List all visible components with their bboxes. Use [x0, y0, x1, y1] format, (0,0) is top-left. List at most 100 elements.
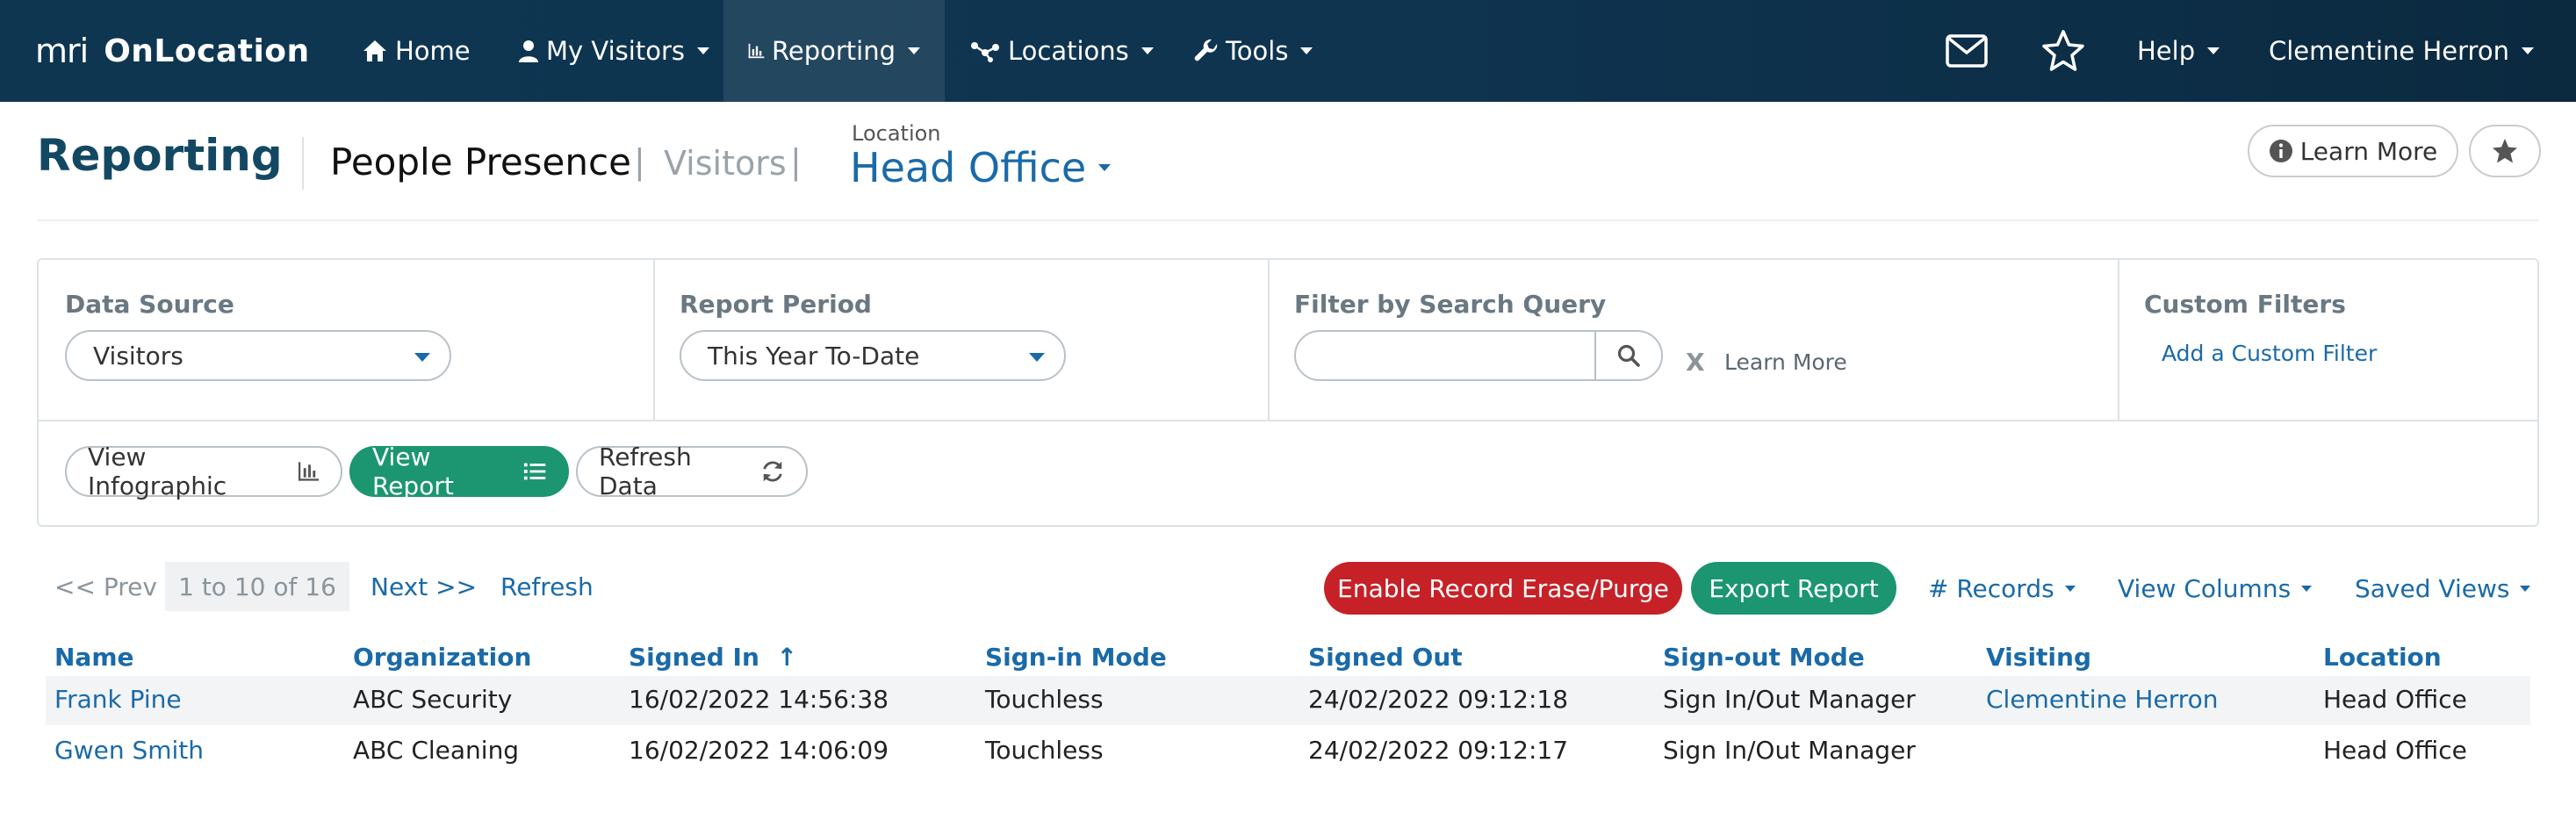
nav-my-visitors[interactable]: My Visitors	[518, 0, 709, 102]
nav-tools-label: Tools	[1226, 36, 1289, 66]
brand-name: OnLocation	[104, 32, 310, 69]
report-period-value: This Year To-Date	[708, 341, 920, 370]
column-header-signed-in[interactable]: Signed In ↑	[629, 643, 797, 672]
nav-reporting-label: Reporting	[772, 36, 896, 66]
row-name-link[interactable]: Frank Pine	[54, 685, 182, 714]
search-input[interactable]	[1296, 332, 1596, 379]
column-header-name[interactable]: Name	[54, 643, 134, 672]
view-report-label: View Report	[372, 442, 454, 500]
bookmark-page-button[interactable]	[2469, 125, 2541, 177]
records-label: # Records	[1928, 574, 2054, 603]
bar-chart-icon	[748, 43, 765, 59]
row-signed-out: 24/02/2022 09:12:18	[1308, 685, 1569, 714]
filter-divider	[653, 260, 655, 420]
records-dropdown[interactable]: # Records	[1928, 574, 2076, 603]
page-title: Reporting	[37, 130, 283, 181]
row-signed-out: 24/02/2022 09:12:17	[1308, 736, 1569, 765]
column-header-organization[interactable]: Organization	[353, 643, 531, 672]
home-icon	[363, 40, 386, 61]
search-icon	[1617, 344, 1640, 367]
chevron-down-icon	[1098, 164, 1112, 171]
tab-people-presence[interactable]: People Presence	[330, 140, 631, 183]
caret-down-icon	[414, 353, 430, 362]
data-source-select[interactable]: Visitors	[65, 330, 451, 381]
location-label: Location	[852, 121, 941, 146]
caret-down-icon	[1029, 353, 1045, 362]
search-group	[1294, 330, 1663, 381]
search-query-label: Filter by Search Query	[1294, 290, 1607, 319]
column-header-signed-in-label: Signed In	[629, 643, 759, 672]
search-learn-more-link[interactable]: Learn More	[1724, 349, 1847, 375]
network-icon	[971, 42, 999, 62]
messages-button[interactable]	[1940, 25, 1993, 77]
nav-locations[interactable]: Locations	[969, 0, 1154, 102]
search-button[interactable]	[1594, 332, 1661, 379]
sort-ascending-icon: ↑	[776, 643, 798, 672]
column-header-sign-in-mode[interactable]: Sign-in Mode	[985, 643, 1167, 672]
nav-home-label: Home	[395, 36, 471, 66]
chevron-down-icon	[1300, 47, 1313, 54]
export-report-button[interactable]: Export Report	[1691, 562, 1896, 615]
brand-mri-mark: mri	[35, 32, 89, 70]
chevron-down-icon	[908, 47, 920, 54]
nav-user-label: Clementine Herron	[2269, 36, 2509, 66]
chevron-down-icon	[2064, 586, 2076, 592]
refresh-data-button[interactable]: Refresh Data	[576, 442, 808, 500]
column-header-sign-out-mode[interactable]: Sign-out Mode	[1663, 643, 1865, 672]
row-organization: ABC Cleaning	[353, 736, 520, 765]
nav-tools[interactable]: Tools	[1194, 0, 1313, 102]
row-visiting-link[interactable]: Clementine Herron	[1986, 685, 2219, 714]
filter-panel-divider	[39, 420, 2537, 421]
nav-help-label: Help	[2137, 36, 2196, 66]
pager-range: 1 to 10 of 16	[165, 562, 349, 611]
row-signed-in: 16/02/2022 14:56:38	[629, 685, 889, 714]
column-header-location[interactable]: Location	[2323, 643, 2442, 672]
nav-locations-label: Locations	[1008, 36, 1129, 66]
learn-more-button[interactable]: Learn More	[2248, 125, 2458, 177]
nav-home[interactable]: Home	[362, 0, 471, 102]
chevron-down-icon	[2207, 47, 2220, 54]
nav-help[interactable]: Help	[2137, 0, 2220, 102]
header-divider	[302, 137, 304, 190]
tab-separator: |	[790, 142, 802, 181]
add-custom-filter-link[interactable]: Add a Custom Filter	[2162, 341, 2377, 366]
brand-logo[interactable]: mri OnLocation	[35, 25, 310, 77]
column-header-visiting[interactable]: Visiting	[1986, 643, 2091, 672]
custom-filters-label: Custom Filters	[2144, 290, 2346, 319]
row-signed-in: 16/02/2022 14:06:09	[629, 736, 889, 765]
row-sign-in-mode: Touchless	[985, 736, 1104, 765]
refresh-data-label: Refresh Data	[599, 442, 692, 500]
pager-refresh-link[interactable]: Refresh	[500, 572, 594, 601]
learn-more-label: Learn More	[2299, 136, 2438, 166]
info-icon	[2269, 140, 2292, 162]
location-value: Head Office	[850, 144, 1087, 191]
column-header-signed-out[interactable]: Signed Out	[1308, 643, 1463, 672]
chevron-down-icon	[696, 47, 709, 54]
saved-views-label: Saved Views	[2355, 574, 2510, 603]
favorites-button[interactable]	[2037, 25, 2090, 77]
report-period-select[interactable]: This Year To-Date	[680, 330, 1066, 381]
bar-chart-icon	[298, 462, 320, 481]
row-sign-out-mode: Sign In/Out Manager	[1663, 736, 1916, 765]
saved-views-dropdown[interactable]: Saved Views	[2355, 574, 2531, 603]
view-columns-dropdown[interactable]: View Columns	[2118, 574, 2313, 603]
location-selector[interactable]: Head Office	[850, 144, 1112, 191]
row-name-link[interactable]: Gwen Smith	[54, 736, 204, 765]
list-icon	[523, 463, 546, 480]
pager-next-link[interactable]: Next >>	[371, 572, 477, 601]
nav-my-visitors-label: My Visitors	[546, 36, 685, 66]
view-columns-label: View Columns	[2118, 574, 2292, 603]
tab-visitors[interactable]: Visitors	[664, 144, 787, 183]
wrench-icon	[1194, 39, 1218, 61]
data-source-value: Visitors	[93, 341, 183, 370]
clear-search-button[interactable]: X	[1686, 348, 1705, 377]
nav-reporting[interactable]: Reporting	[723, 0, 945, 102]
nav-user-menu[interactable]: Clementine Herron	[2269, 0, 2534, 102]
pager-prev-link[interactable]: << Prev	[54, 572, 157, 601]
chevron-down-icon	[2301, 586, 2313, 592]
envelope-icon	[1946, 34, 1988, 68]
view-infographic-button[interactable]: View Infographic	[65, 442, 342, 500]
enable-erase-purge-button[interactable]: Enable Record Erase/Purge	[1324, 562, 1682, 615]
view-report-button[interactable]: View Report	[349, 442, 569, 500]
row-organization: ABC Security	[353, 685, 513, 714]
